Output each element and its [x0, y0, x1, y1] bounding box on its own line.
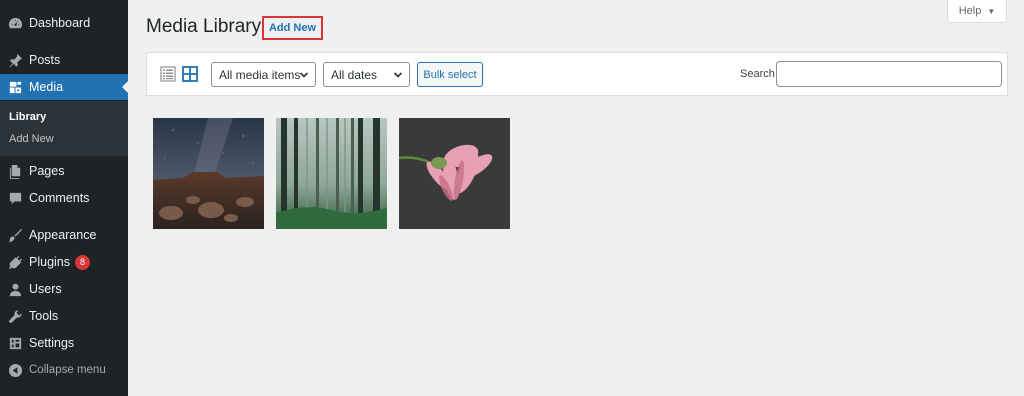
chevron-down-icon	[299, 72, 309, 78]
media-thumbnail[interactable]	[153, 118, 264, 229]
settings-icon	[7, 335, 23, 351]
plug-icon	[7, 254, 23, 270]
media-icon	[7, 79, 23, 95]
sidebar-item-label: Users	[29, 282, 62, 296]
caret-down-icon: ▼	[987, 6, 996, 16]
media-toolbar: All media items All dates Bulk select Se…	[146, 52, 1008, 96]
submenu-add-new[interactable]: Add New	[9, 133, 54, 145]
media-type-filter-value: All media items	[219, 67, 301, 82]
sidebar-item-label: Comments	[29, 191, 90, 205]
media-type-filter[interactable]: All media items	[211, 62, 316, 87]
bulk-select-button[interactable]: Bulk select	[417, 62, 483, 87]
pages-icon	[7, 163, 23, 179]
sidebar-item-label: Media	[29, 80, 64, 94]
add-new-button[interactable]: Add New	[262, 16, 323, 40]
submenu-library[interactable]: Library	[9, 111, 46, 123]
user-icon	[7, 281, 23, 297]
media-submenu: Library Add New	[0, 101, 128, 156]
date-filter-value: All dates	[331, 67, 378, 82]
collapse-arrow-icon	[7, 362, 23, 378]
night-sky-rocks-photo	[153, 118, 264, 229]
list-view-icon[interactable]	[160, 66, 176, 82]
pin-icon	[7, 52, 23, 68]
search-label: Search	[740, 68, 775, 80]
pink-flower-photo	[399, 118, 510, 229]
grid-view-icon[interactable]	[182, 66, 198, 82]
misty-forest-photo	[276, 118, 387, 229]
sidebar-item-label: Appearance	[29, 228, 97, 242]
chevron-down-icon	[393, 72, 403, 78]
sidebar-item-label: Tools	[29, 309, 59, 323]
sidebar-item-dashboard[interactable]: Dashboard	[0, 10, 128, 36]
comment-icon	[7, 190, 23, 206]
sidebar-item-label: Plugins	[29, 255, 70, 269]
page-title: Media Library	[146, 16, 262, 37]
wrench-icon	[7, 308, 23, 324]
add-new-label: Add New	[268, 22, 317, 34]
sidebar-item-media[interactable]: Media	[0, 74, 128, 100]
collapse-menu-button[interactable]: Collapse menu	[0, 357, 128, 383]
sidebar-item-label: Pages	[29, 164, 65, 178]
plugins-update-badge: 8	[75, 254, 90, 270]
media-thumbnail[interactable]	[399, 118, 510, 229]
help-label: Help	[958, 5, 982, 17]
collapse-menu-label: Collapse menu	[29, 364, 106, 376]
sidebar-item-tools[interactable]: Tools	[0, 303, 128, 329]
brush-icon	[7, 227, 23, 243]
dashboard-icon	[7, 15, 23, 31]
admin-sidebar: Dashboard Posts Media Library Add New Pa…	[0, 0, 128, 396]
sidebar-item-label: Posts	[29, 53, 61, 67]
sidebar-item-pages[interactable]: Pages	[0, 158, 128, 184]
search-input[interactable]	[776, 61, 1002, 87]
sidebar-item-appearance[interactable]: Appearance	[0, 222, 128, 248]
sidebar-item-label: Settings	[29, 336, 75, 350]
sidebar-item-posts[interactable]: Posts	[0, 47, 128, 73]
sidebar-item-comments[interactable]: Comments	[0, 185, 128, 211]
media-thumbnail[interactable]	[276, 118, 387, 229]
help-tab-button[interactable]: Help ▼	[947, 0, 1007, 23]
sidebar-item-settings[interactable]: Settings	[0, 330, 128, 356]
date-filter[interactable]: All dates	[323, 62, 410, 87]
sidebar-item-label: Dashboard	[29, 16, 91, 30]
sidebar-item-plugins[interactable]: Plugins 8	[0, 249, 128, 275]
sidebar-item-users[interactable]: Users	[0, 276, 128, 302]
